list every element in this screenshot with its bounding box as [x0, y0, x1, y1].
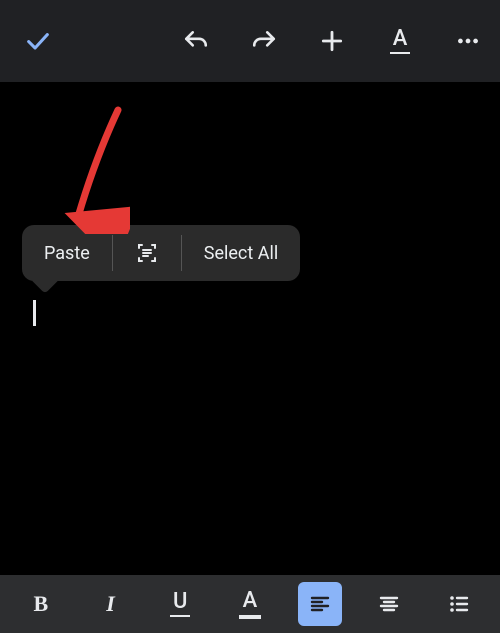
- more-menu-button[interactable]: [454, 27, 482, 55]
- bulleted-list-icon: [447, 592, 471, 616]
- top-toolbar-actions: A: [182, 27, 482, 55]
- context-menu: Paste Select All: [22, 225, 300, 281]
- text-format-icon: A: [390, 28, 410, 54]
- align-center-icon: [377, 592, 401, 616]
- bulleted-list-button[interactable]: [437, 582, 481, 626]
- confirm-button[interactable]: [24, 27, 52, 55]
- plus-icon: [319, 28, 345, 54]
- undo-icon: [183, 28, 209, 54]
- align-left-icon: [308, 592, 332, 616]
- text-color-icon: A: [239, 590, 261, 619]
- text-color-button[interactable]: A: [228, 582, 272, 626]
- insert-button[interactable]: [318, 27, 346, 55]
- undo-button[interactable]: [182, 27, 210, 55]
- top-toolbar: A: [0, 0, 500, 82]
- underline-icon: U: [170, 591, 190, 617]
- redo-button[interactable]: [250, 27, 278, 55]
- text-format-button[interactable]: A: [386, 27, 414, 55]
- more-horizontal-icon: [455, 28, 481, 54]
- paste-button[interactable]: Paste: [22, 225, 112, 281]
- bold-icon: B: [34, 593, 49, 615]
- scan-text-button[interactable]: [113, 225, 181, 281]
- italic-icon: I: [106, 593, 115, 615]
- document-editor[interactable]: Paste Select All: [0, 82, 500, 575]
- format-toolbar: B I U A: [0, 575, 500, 633]
- redo-icon: [251, 28, 277, 54]
- align-left-button[interactable]: [298, 582, 342, 626]
- select-all-button[interactable]: Select All: [182, 225, 300, 281]
- annotation-arrow: [60, 104, 130, 234]
- text-cursor: [33, 300, 36, 326]
- check-icon: [24, 26, 52, 56]
- scan-text-icon: [135, 241, 159, 265]
- italic-button[interactable]: I: [89, 582, 133, 626]
- bold-button[interactable]: B: [19, 582, 63, 626]
- underline-button[interactable]: U: [158, 582, 202, 626]
- align-center-button[interactable]: [367, 582, 411, 626]
